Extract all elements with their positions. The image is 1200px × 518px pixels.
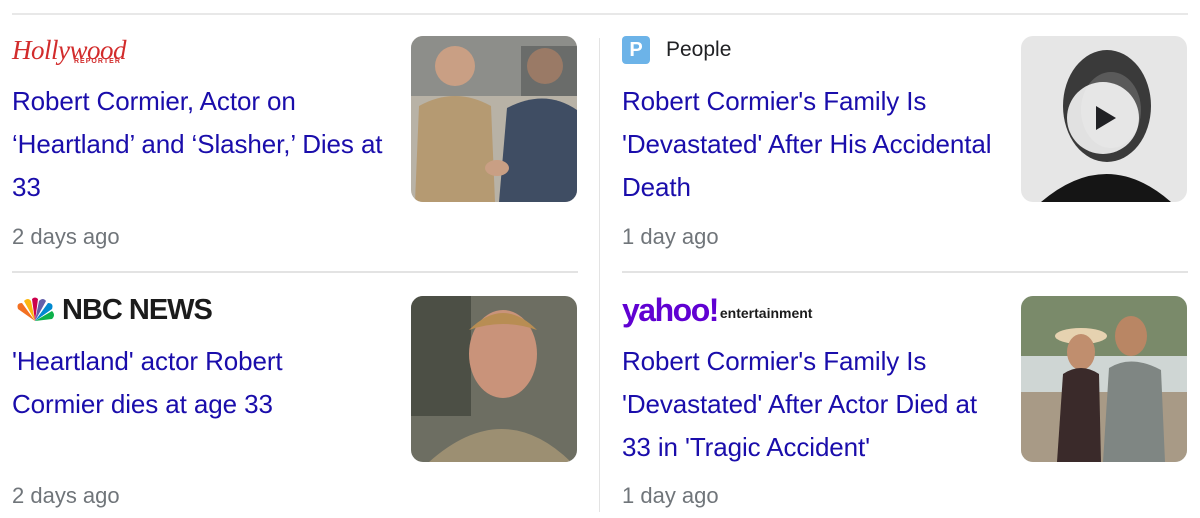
source-name: NBC NEWS bbox=[62, 293, 213, 326]
news-card-nbc[interactable]: NBC NEWS 'Heartland' actor Robert Cormie… bbox=[12, 294, 578, 514]
source-logo-nbc: NBC NEWS bbox=[12, 293, 213, 326]
source-logo-yahoo: yahoo! entertainment bbox=[622, 291, 813, 328]
row-divider bbox=[12, 271, 578, 273]
article-thumbnail[interactable] bbox=[411, 296, 577, 462]
headline[interactable]: Robert Cormier's Family Is 'Devastated' … bbox=[622, 340, 1002, 469]
row-divider bbox=[622, 271, 1188, 273]
hollywood-reporter-logo: Hollywood REPORTER bbox=[12, 34, 127, 65]
play-button[interactable] bbox=[1067, 82, 1139, 154]
actor-photo bbox=[411, 296, 577, 462]
news-card-yahoo[interactable]: yahoo! entertainment Robert Cormier's Fa… bbox=[622, 291, 1188, 514]
yahoo-entertainment-label: entertainment bbox=[719, 305, 813, 321]
peacock-icon bbox=[17, 297, 54, 321]
headline[interactable]: 'Heartland' actor Robert Cormier dies at… bbox=[12, 340, 352, 426]
article-thumbnail[interactable] bbox=[1021, 36, 1187, 202]
top-divider bbox=[12, 13, 1188, 15]
timestamp: 1 day ago bbox=[622, 224, 719, 249]
play-icon bbox=[1096, 106, 1116, 130]
headline[interactable]: Robert Cormier's Family Is 'Devastated' … bbox=[622, 80, 1002, 209]
yahoo-logo: yahoo! bbox=[622, 291, 719, 328]
article-thumbnail[interactable] bbox=[411, 36, 577, 202]
timestamp: 2 days ago bbox=[12, 483, 120, 508]
handshake-photo bbox=[411, 36, 577, 202]
article-thumbnail[interactable] bbox=[1021, 296, 1187, 462]
news-card-people[interactable]: P People Robert Cormier's Family Is 'Dev… bbox=[622, 34, 1188, 273]
column-divider bbox=[599, 38, 600, 512]
timestamp: 1 day ago bbox=[622, 483, 719, 508]
ranch-photo bbox=[1021, 296, 1187, 462]
source-logo-people: P People bbox=[622, 34, 731, 66]
source-name: People bbox=[666, 38, 732, 61]
news-card-thr[interactable]: Hollywood REPORTER Robert Cormier, Actor… bbox=[12, 34, 578, 273]
people-icon: P bbox=[622, 36, 650, 64]
headline[interactable]: Robert Cormier, Actor on ‘Heartland’ and… bbox=[12, 80, 392, 209]
timestamp: 2 days ago bbox=[12, 224, 120, 249]
source-logo-thr: Hollywood REPORTER bbox=[12, 34, 127, 66]
